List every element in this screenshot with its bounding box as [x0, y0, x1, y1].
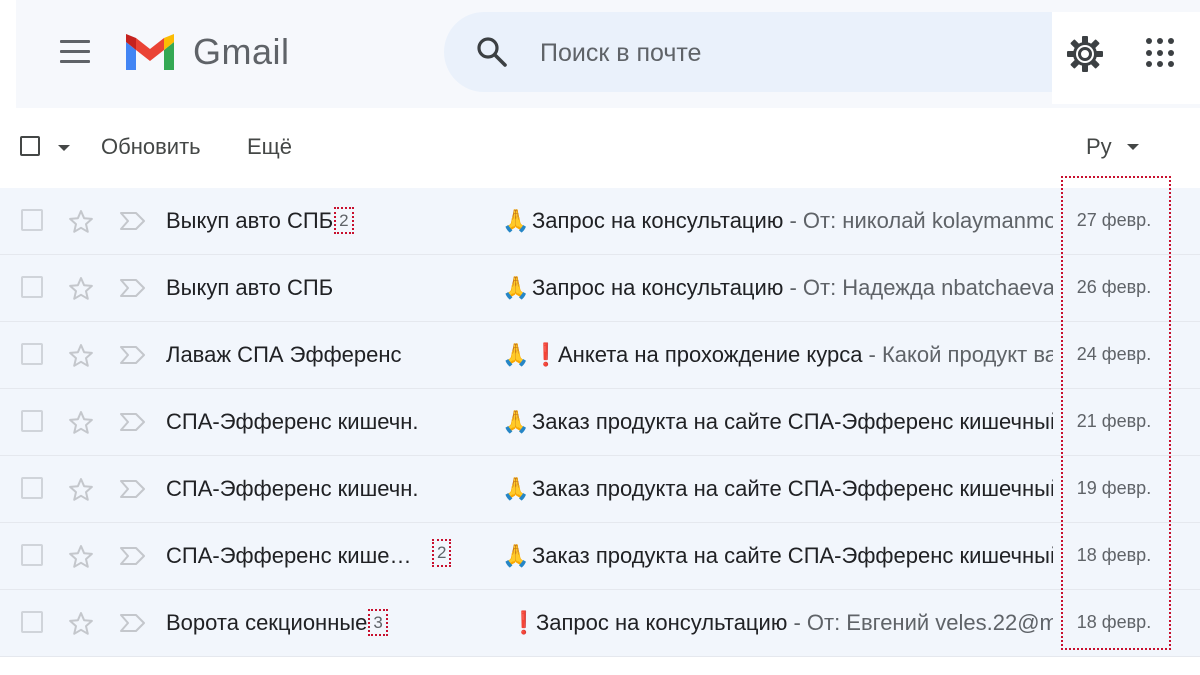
- sender-label: Ворота секционные: [166, 610, 368, 635]
- email-row[interactable]: Выкуп авто СПБ 2 🙏 Запрос на консультацию -…: [0, 188, 1200, 255]
- list-toolbar: Обновить Ещё Ру: [0, 110, 1200, 188]
- subject-line: 🙏 Заказ продукта на сайте СПА-Эфференс ки…: [502, 409, 1053, 439]
- subject-line: 🙏 Заказ продукта на сайте СПА-Эфференс ки…: [502, 476, 1053, 506]
- row-checkbox[interactable]: [21, 343, 43, 365]
- importance-marker-icon[interactable]: [118, 545, 148, 567]
- subject-line: 🙏 ❗Анкета на прохождение курса - Какой пр…: [502, 342, 1053, 372]
- more-button[interactable]: Ещё: [247, 134, 292, 160]
- refresh-button[interactable]: Обновить: [101, 134, 201, 160]
- settings-gear-icon[interactable]: [1064, 33, 1106, 75]
- email-date: 26 февр.: [1076, 277, 1152, 297]
- gmail-wordmark: Gmail: [193, 31, 290, 72]
- email-date: 24 февр.: [1076, 344, 1152, 364]
- input-tools-language-button[interactable]: Ру: [1086, 134, 1112, 162]
- email-subject: Запрос на консультацию: [532, 208, 784, 233]
- email-date: 18 февр.: [1076, 545, 1152, 565]
- email-list: Выкуп авто СПБ 2 🙏 Запрос на консультацию -…: [0, 188, 1200, 657]
- google-apps-icon[interactable]: [1146, 38, 1176, 68]
- sender-name: СПА-Эфференс кишечн.: [166, 409, 418, 435]
- sender-label: СПА-Эфференс кишечн.: [166, 476, 419, 501]
- search-input[interactable]: [538, 34, 1052, 72]
- subject-line: 🙏 Заказ продукта на сайте СПА-Эфференс ки…: [502, 543, 1053, 573]
- email-snippet: - От: Надежда nbatchaeva@mail.ru: [789, 275, 1053, 300]
- star-icon[interactable]: [67, 409, 95, 437]
- pray-emoji-icon: 🙏: [502, 208, 530, 233]
- select-all-checkbox[interactable]: [20, 136, 40, 156]
- exclamation-icon: ❗: [532, 342, 560, 367]
- subject-line: 🙏 Запрос на консультацию - От: Надежда nb…: [502, 275, 1053, 305]
- email-subject: Заказ продукта на сайте СПА-Эфференс киш…: [532, 476, 1053, 501]
- importance-marker-icon[interactable]: [118, 612, 148, 634]
- sender-name: Выкуп авто СПБ: [166, 275, 333, 301]
- star-icon[interactable]: [67, 543, 95, 571]
- star-icon[interactable]: [67, 275, 95, 303]
- email-row[interactable]: СПА-Эфференс кишечн. 🙏 Заказ продукта на с…: [0, 456, 1200, 523]
- sender-label: Лаваж СПА Эфференс: [166, 342, 402, 367]
- star-icon[interactable]: [67, 342, 95, 370]
- email-row[interactable]: СПА-Эфференс кишечн. 🙏 Заказ продукта на с…: [0, 389, 1200, 456]
- pray-emoji-icon: 🙏: [502, 476, 530, 501]
- row-checkbox[interactable]: [21, 209, 43, 231]
- row-checkbox[interactable]: [21, 544, 43, 566]
- email-subject: Заказ продукта на сайте СПА-Эфференс киш…: [532, 409, 1053, 434]
- row-checkbox[interactable]: [21, 611, 43, 633]
- email-snippet: - Какой продукт вас интересует: [868, 342, 1053, 367]
- importance-marker-icon[interactable]: [118, 478, 148, 500]
- sender-name: СПА-Эфференс кише…: [166, 543, 411, 569]
- email-subject: Запрос на консультацию: [532, 275, 784, 300]
- star-icon[interactable]: [67, 610, 95, 638]
- main-menu-icon[interactable]: [58, 38, 92, 66]
- pray-emoji-icon: 🙏: [502, 543, 530, 568]
- search-bar[interactable]: [444, 12, 1084, 92]
- email-row[interactable]: Выкуп авто СПБ 🙏 Запрос на консультацию - …: [0, 255, 1200, 322]
- sender-label: Выкуп авто СПБ: [166, 275, 334, 300]
- select-options-caret-icon[interactable]: [58, 145, 70, 151]
- email-snippet: - От: николай kolaymanmoscow@gmail.com: [789, 208, 1053, 233]
- star-icon[interactable]: [67, 208, 95, 236]
- gmail-logo[interactable]: [123, 30, 177, 74]
- sender-name: Лаваж СПА Эфференс: [166, 342, 402, 368]
- sender-name: Ворота секционные 3: [166, 609, 388, 636]
- top-bar: Gmail: [16, 0, 1200, 108]
- email-snippet: - От: Евгений veles.22@mail.ru: [793, 610, 1053, 635]
- subject-line: 🙏 Запрос на консультацию - От: николай ko…: [502, 208, 1053, 238]
- importance-marker-icon[interactable]: [118, 210, 148, 232]
- search-icon[interactable]: [474, 34, 510, 70]
- email-subject: Запрос на консультацию: [536, 610, 788, 635]
- exclamation-icon: ❗: [510, 610, 538, 635]
- importance-marker-icon[interactable]: [118, 344, 148, 366]
- row-checkbox[interactable]: [21, 477, 43, 499]
- thread-count: 3: [368, 609, 388, 636]
- email-date: 27 февр.: [1076, 210, 1152, 230]
- email-row[interactable]: Лаваж СПА Эфференс 🙏 ❗Анкета на прохождени…: [0, 322, 1200, 389]
- star-icon[interactable]: [67, 476, 95, 504]
- sender-name: Выкуп авто СПБ 2: [166, 207, 354, 234]
- email-subject: Заказ продукта на сайте СПА-Эфференс киш…: [532, 543, 1053, 568]
- sender-label: СПА-Эфференс кишечн.: [166, 409, 419, 434]
- importance-marker-icon[interactable]: [118, 277, 148, 299]
- thread-count: 2: [334, 207, 354, 234]
- importance-marker-icon[interactable]: [118, 411, 148, 433]
- email-date: 19 февр.: [1076, 478, 1152, 498]
- email-row[interactable]: СПА-Эфференс кише… 2 🙏 Заказ продукта на са…: [0, 523, 1200, 590]
- pray-emoji-icon: 🙏: [502, 342, 530, 367]
- language-caret-icon[interactable]: [1127, 144, 1139, 150]
- email-date: 18 февр.: [1076, 612, 1152, 632]
- row-checkbox[interactable]: [21, 410, 43, 432]
- sender-name: СПА-Эфференс кишечн.: [166, 476, 418, 502]
- row-checkbox[interactable]: [21, 276, 43, 298]
- subject-line: ❗Запрос на консультацию - От: Евгений ve…: [502, 610, 1053, 640]
- thread-count: 2: [432, 539, 452, 567]
- email-row[interactable]: Ворота секционные 3 ❗Запрос на консультаци…: [0, 590, 1200, 657]
- pray-emoji-icon: 🙏: [502, 409, 530, 434]
- sender-label: СПА-Эфференс кише…: [166, 543, 412, 568]
- email-subject: Анкета на прохождение курса: [558, 342, 863, 367]
- email-date: 21 февр.: [1076, 411, 1152, 431]
- sender-label: Выкуп авто СПБ: [166, 208, 334, 233]
- pray-emoji-icon: 🙏: [502, 275, 530, 300]
